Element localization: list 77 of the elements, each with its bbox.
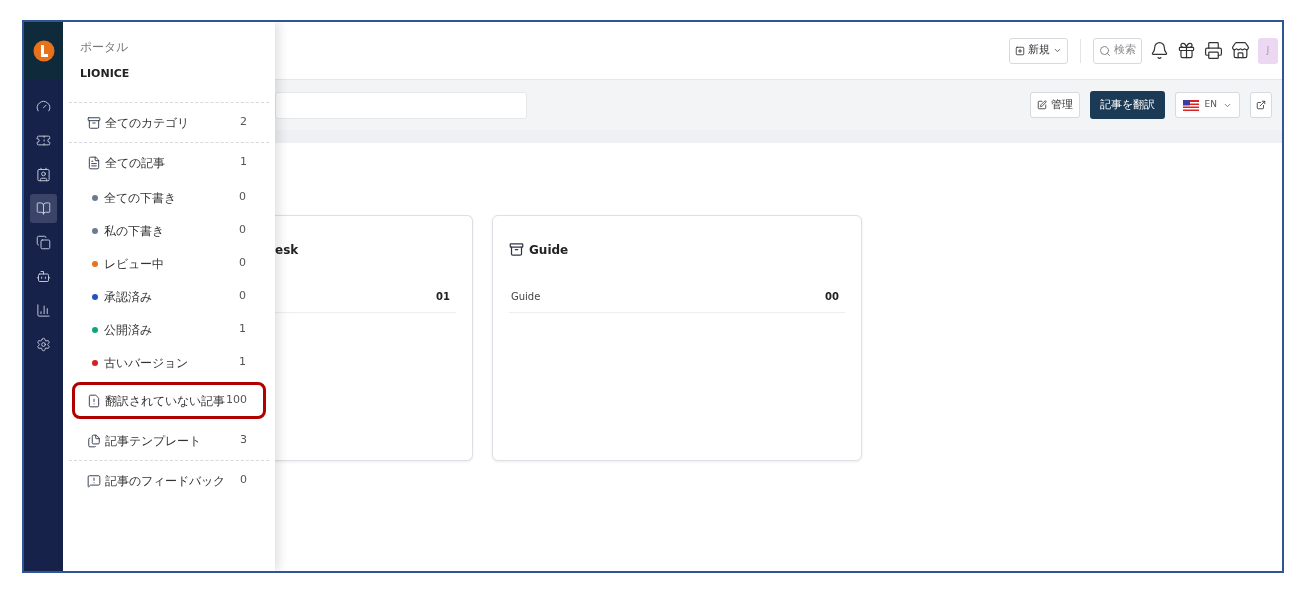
nav-item[interactable]: 記事テンプレート 3	[72, 422, 266, 459]
category-card[interactable]: Guide Guide 00	[492, 215, 862, 461]
row-count: 00	[825, 290, 840, 304]
translate-button[interactable]: 記事を翻訳	[1089, 91, 1165, 119]
status-filter-item[interactable]: 私の下書き 0	[72, 214, 266, 247]
logo-icon	[32, 39, 55, 62]
item-label: 公開済み	[104, 321, 152, 339]
item-count: 0	[239, 222, 246, 239]
edit-icon	[1036, 100, 1047, 110]
contact-card-icon	[36, 167, 51, 182]
language-select[interactable]: EN	[1174, 92, 1240, 118]
documents-icon	[87, 433, 101, 448]
external-link-icon	[1256, 100, 1266, 110]
bell-icon[interactable]	[1150, 41, 1169, 60]
rail-button[interactable]	[30, 194, 57, 223]
store-icon[interactable]	[1231, 41, 1250, 60]
gauge-icon	[36, 99, 51, 114]
caret-icon	[1053, 46, 1062, 55]
category-card[interactable]: esk 01	[275, 215, 473, 461]
item-count: 1	[240, 154, 247, 171]
ticket-icon	[36, 133, 51, 148]
item-label: 全ての下書き	[104, 189, 176, 207]
item-label: 全てのカテゴリ	[105, 114, 189, 132]
status-filter-item[interactable]: レビュー中 0	[72, 247, 266, 280]
card-row[interactable]: 01	[275, 281, 456, 313]
card-row[interactable]: Guide 00	[509, 281, 845, 313]
item-label: 全ての記事	[105, 154, 165, 172]
item-count: 0	[239, 189, 246, 206]
drawer-title: LIONICE	[80, 66, 131, 82]
search-field[interactable]	[275, 91, 527, 119]
robot-icon	[36, 269, 51, 284]
printer-icon[interactable]	[1204, 41, 1223, 60]
nav-item[interactable]: 全てのカテゴリ 2	[72, 104, 266, 141]
card-title: Guide	[529, 241, 569, 259]
item-count: 3	[240, 432, 247, 449]
item-count: 100	[226, 392, 247, 409]
item-label: 承認済み	[104, 288, 152, 306]
row-label: Guide	[510, 290, 541, 304]
external-link-button[interactable]	[1250, 92, 1272, 118]
item-count: 0	[239, 288, 246, 305]
status-filter-item[interactable]: 古いバージョン 1	[72, 346, 266, 379]
new-button[interactable]: 新規	[1009, 37, 1068, 64]
item-count: 0	[239, 255, 246, 272]
message-alert-icon	[87, 473, 101, 488]
book-icon	[36, 201, 51, 216]
document-alert-icon	[87, 393, 101, 408]
item-label: 記事のフィードバック	[105, 472, 225, 490]
item-label: レビュー中	[104, 255, 164, 273]
item-label: 私の下書き	[104, 222, 164, 240]
chart-icon	[36, 303, 51, 318]
flag-icon	[1182, 99, 1199, 111]
status-filter-item[interactable]: 全ての下書き 0	[72, 181, 266, 214]
item-count: 2	[240, 114, 247, 131]
chat-icon	[36, 235, 51, 250]
settings-icon	[36, 337, 51, 352]
gift-icon[interactable]	[1177, 41, 1196, 60]
card-title: esk	[275, 241, 299, 259]
nav-item[interactable]: 記事のフィードバック 0	[72, 462, 266, 499]
row-count: 01	[436, 290, 451, 304]
item-count: 1	[239, 354, 246, 371]
item-count: 0	[240, 472, 247, 489]
search-icon	[1099, 44, 1111, 57]
item-label: 古いバージョン	[104, 354, 188, 372]
drawer-subtitle: ポータル	[80, 39, 129, 56]
plus-icon	[1015, 45, 1025, 56]
search-button[interactable]: 検索	[1093, 37, 1142, 64]
manage-button[interactable]: 管理	[1029, 92, 1080, 118]
nav-item[interactable]: 翻訳されていない記事100	[72, 382, 266, 419]
nav-item[interactable]: 全ての記事 1	[72, 144, 266, 181]
item-label: 翻訳されていない記事	[105, 392, 225, 410]
inbox-icon	[87, 115, 101, 130]
item-count: 1	[239, 321, 246, 338]
status-filter-item[interactable]: 公開済み 1	[72, 313, 266, 346]
document-icon	[87, 155, 101, 170]
inbox-icon	[509, 242, 524, 257]
item-label: 記事テンプレート	[105, 432, 201, 450]
status-filter-item[interactable]: 承認済み 0	[72, 280, 266, 313]
